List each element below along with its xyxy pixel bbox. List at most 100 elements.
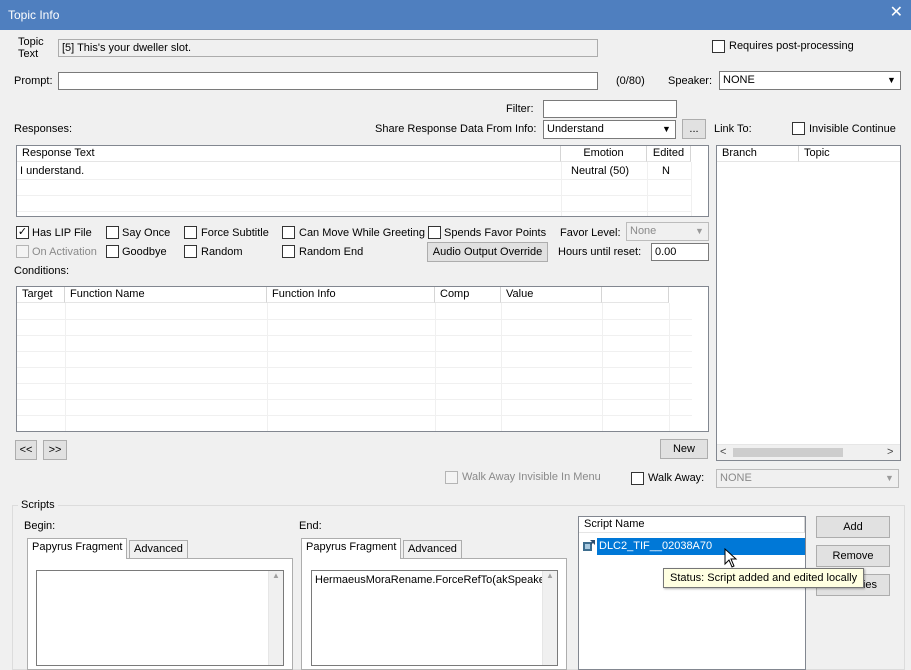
previous-condition-button[interactable]: << xyxy=(15,440,37,460)
scroll-right-icon[interactable]: > xyxy=(887,446,893,458)
goodbye-checkbox[interactable] xyxy=(106,245,119,258)
column-header-target[interactable]: Target xyxy=(17,287,65,303)
column-header-emotion[interactable]: Emotion xyxy=(561,146,647,162)
conditions-label: Conditions: xyxy=(14,265,70,277)
spends-favor-points-label: Spends Favor Points xyxy=(444,227,547,239)
speaker-label: Speaker: xyxy=(668,75,713,87)
invisible-continue-checkbox[interactable] xyxy=(792,122,805,135)
walk-away-label: Walk Away: xyxy=(648,472,705,484)
topic-label-line1: Topic xyxy=(18,36,44,48)
script-list: Script Name DLC2_TIF__02038A70 xyxy=(578,516,806,670)
walk-away-dropdown[interactable]: NONE ▼ xyxy=(716,469,899,488)
scroll-up-icon[interactable]: ▲ xyxy=(543,571,557,580)
column-header-branch[interactable]: Branch xyxy=(717,146,799,162)
favor-level-label: Favor Level: xyxy=(560,227,621,239)
end-code-editor[interactable]: HermaeusMoraRename.ForceRefTo(akSpeake xyxy=(311,570,558,666)
link-to-label: Link To: xyxy=(714,123,752,135)
chevron-down-icon: ▼ xyxy=(692,224,707,239)
prompt-label: Prompt: xyxy=(14,75,53,87)
topic-text-field[interactable]: [5] This's your dweller slot. xyxy=(58,39,598,57)
random-checkbox[interactable] xyxy=(184,245,197,258)
walk-away-checkbox[interactable] xyxy=(631,472,644,485)
hours-until-reset-label: Hours until reset: xyxy=(558,246,642,258)
next-condition-button[interactable]: >> xyxy=(43,440,67,460)
share-response-browse-button[interactable]: ... xyxy=(682,119,706,139)
column-header-function-info[interactable]: Function Info xyxy=(267,287,435,303)
end-editor-scrollbar[interactable]: ▲ xyxy=(542,571,557,665)
add-script-button[interactable]: Add xyxy=(816,516,890,538)
close-icon[interactable]: ✕ xyxy=(890,5,903,21)
script-name-cell: DLC2_TIF__02038A70 xyxy=(597,538,805,555)
favor-level-dropdown[interactable]: None ▼ xyxy=(626,222,709,241)
end-tab-advanced[interactable]: Advanced xyxy=(403,540,462,558)
chevron-down-icon: ▼ xyxy=(884,73,899,88)
topic-text-label: Topic Text xyxy=(18,36,44,60)
share-response-value: Understand xyxy=(547,123,604,135)
requires-post-processing-checkbox[interactable] xyxy=(712,40,725,53)
scroll-left-icon[interactable]: < xyxy=(720,446,726,458)
column-header-function-name[interactable]: Function Name xyxy=(65,287,267,303)
scroll-up-icon[interactable]: ▲ xyxy=(269,571,283,580)
requires-post-processing-label: Requires post-processing xyxy=(729,40,854,52)
begin-label: Begin: xyxy=(24,520,56,532)
begin-editor-scrollbar[interactable]: ▲ xyxy=(268,571,283,665)
new-condition-button[interactable]: New xyxy=(660,439,708,459)
say-once-label: Say Once xyxy=(122,227,171,239)
link-to-horizontal-scrollbar[interactable]: < > xyxy=(717,444,900,460)
chevron-down-icon: ▼ xyxy=(659,122,674,137)
remove-script-button[interactable]: Remove xyxy=(816,545,890,567)
has-lip-file-checkbox[interactable]: ✓ xyxy=(16,226,29,239)
link-to-table: Branch Topic < > xyxy=(716,145,901,461)
column-header-edited[interactable]: Edited xyxy=(647,146,691,162)
scripts-group-label: Scripts xyxy=(18,499,58,511)
on-activation-checkbox[interactable] xyxy=(16,245,29,258)
can-move-while-greeting-checkbox[interactable] xyxy=(282,226,295,239)
column-header-response-text[interactable]: Response Text xyxy=(17,146,561,162)
table-row[interactable]: I understand. Neutral (50) N xyxy=(17,163,691,179)
column-header-comp[interactable]: Comp xyxy=(435,287,501,303)
begin-tab-advanced[interactable]: Advanced xyxy=(129,540,188,558)
walk-away-value: NONE xyxy=(720,472,752,484)
response-text-cell: I understand. xyxy=(20,165,85,177)
speaker-dropdown[interactable]: NONE ▼ xyxy=(719,71,901,90)
column-header-value[interactable]: Value xyxy=(501,287,602,303)
prompt-counter: (0/80) xyxy=(616,75,645,87)
scrollbar-thumb[interactable] xyxy=(733,448,843,457)
list-item[interactable]: DLC2_TIF__02038A70 xyxy=(581,538,805,555)
can-move-while-greeting-label: Can Move While Greeting xyxy=(299,227,425,239)
spends-favor-points-checkbox[interactable] xyxy=(428,226,441,239)
random-label: Random xyxy=(201,246,243,258)
random-end-label: Random End xyxy=(299,246,364,258)
audio-output-override-button[interactable]: Audio Output Override xyxy=(427,242,548,262)
invisible-continue-label: Invisible Continue xyxy=(809,123,896,135)
force-subtitle-checkbox[interactable] xyxy=(184,226,197,239)
topic-label-line2: Text xyxy=(18,48,39,60)
column-header-topic[interactable]: Topic xyxy=(799,146,900,162)
filter-input[interactable] xyxy=(543,100,677,118)
window-title: Topic Info xyxy=(8,8,60,22)
begin-code-editor[interactable] xyxy=(36,570,284,666)
conditions-table: Target Function Name Function Info Comp … xyxy=(16,286,709,432)
speaker-value: NONE xyxy=(723,74,755,86)
has-lip-file-label: Has LIP File xyxy=(32,227,92,239)
emotion-cell: Neutral (50) xyxy=(571,165,630,177)
force-subtitle-label: Force Subtitle xyxy=(201,227,269,239)
column-header-extra xyxy=(602,287,669,303)
column-header-script-name[interactable]: Script Name xyxy=(579,517,805,533)
hours-until-reset-input[interactable]: 0.00 xyxy=(651,243,709,261)
walk-away-invisible-checkbox[interactable] xyxy=(445,471,458,484)
random-end-checkbox[interactable] xyxy=(282,245,295,258)
status-tooltip: Status: Script added and edited locally xyxy=(663,568,865,588)
prompt-input[interactable] xyxy=(58,72,598,90)
say-once-checkbox[interactable] xyxy=(106,226,119,239)
chevron-down-icon: ▼ xyxy=(882,471,897,486)
mouse-cursor-icon xyxy=(724,547,738,568)
end-label: End: xyxy=(299,520,322,532)
goodbye-label: Goodbye xyxy=(122,246,167,258)
end-tab-papyrus-fragment[interactable]: Papyrus Fragment xyxy=(301,538,402,559)
on-activation-label: On Activation xyxy=(32,246,97,258)
favor-level-value: None xyxy=(630,225,657,237)
share-response-dropdown[interactable]: Understand ▼ xyxy=(543,120,676,139)
walk-away-invisible-label: Walk Away Invisible In Menu xyxy=(462,471,601,483)
begin-tab-papyrus-fragment[interactable]: Papyrus Fragment xyxy=(27,538,128,559)
